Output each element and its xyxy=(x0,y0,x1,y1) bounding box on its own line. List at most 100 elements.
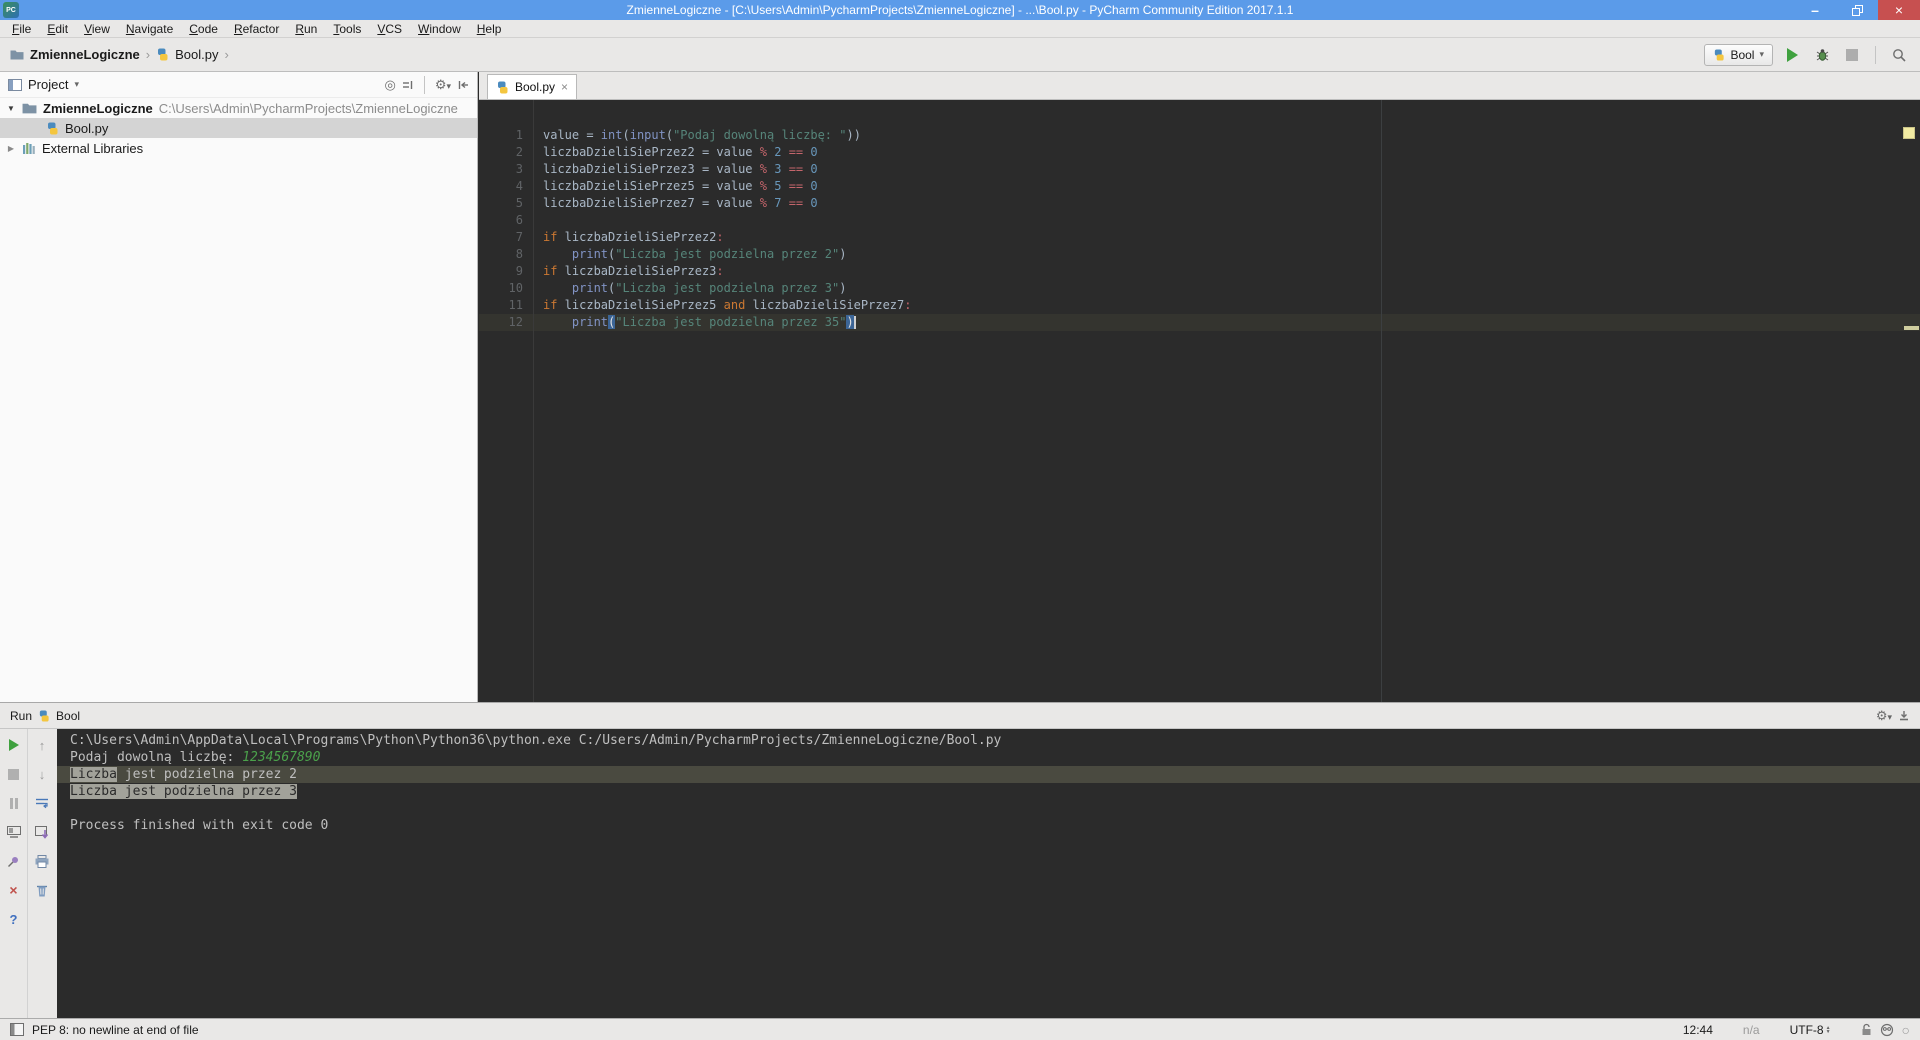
menu-tools[interactable]: Tools xyxy=(325,20,369,38)
text-caret xyxy=(854,316,856,329)
editor-tab-bool-py[interactable]: Bool.py × xyxy=(487,74,577,99)
run-settings-button[interactable]: ⚙▾ xyxy=(1876,708,1892,724)
unlocked-padlock-icon xyxy=(1861,1023,1872,1036)
search-everywhere-button[interactable] xyxy=(1888,44,1910,66)
code-line-3[interactable]: liczbaDzieliSiePrzez3 = value % 3 == 0 xyxy=(543,161,1920,178)
stop-button[interactable] xyxy=(6,766,22,782)
code-line-9[interactable]: if liczbaDzieliSiePrzez3: xyxy=(543,263,1920,280)
soft-wrap-button[interactable] xyxy=(34,795,50,811)
restore-button[interactable] xyxy=(1836,0,1878,20)
line-number: 1 xyxy=(479,127,533,144)
pause-output-button[interactable] xyxy=(6,795,22,811)
rerun-button[interactable] xyxy=(6,737,22,753)
code-line-1[interactable]: value = int(input("Podaj dowolną liczbę:… xyxy=(543,127,1920,144)
tree-item-external-libraries[interactable]: ▶ External Libraries xyxy=(0,138,477,158)
title-bar: PC ZmienneLogiczne - [C:\Users\Admin\Pyc… xyxy=(0,0,1920,20)
chevron-down-icon: ▾ xyxy=(1887,712,1892,722)
close-button[interactable]: × xyxy=(1878,0,1920,20)
code-line-4[interactable]: liczbaDzieliSiePrzez5 = value % 5 == 0 xyxy=(543,178,1920,195)
menu-help[interactable]: Help xyxy=(469,20,510,38)
scroll-to-end-button[interactable] xyxy=(34,824,50,840)
python-file-icon xyxy=(156,48,169,61)
run-console[interactable]: C:\Users\Admin\AppData\Local\Programs\Py… xyxy=(57,729,1920,1018)
menu-code[interactable]: Code xyxy=(181,20,226,38)
menu-navigate[interactable]: Navigate xyxy=(118,20,181,38)
code-line-10[interactable]: print("Liczba jest podzielna przez 3") xyxy=(543,280,1920,297)
collapse-all-button[interactable] xyxy=(402,79,414,91)
tree-item-bool-py[interactable]: Bool.py xyxy=(0,118,477,138)
notification-circle-icon[interactable]: ○ xyxy=(1902,1022,1910,1038)
navigation-bar: ZmienneLogiczne › Bool.py › Bool ▾ xyxy=(0,38,1920,72)
chevron-down-icon[interactable]: ▾ xyxy=(74,79,79,90)
lock-widget[interactable] xyxy=(1861,1023,1872,1036)
search-icon xyxy=(1892,48,1906,62)
menu-refactor[interactable]: Refactor xyxy=(226,20,287,38)
encoding-widget[interactable]: UTF-8 ▲▼ xyxy=(1790,1023,1831,1037)
menu-file[interactable]: File xyxy=(4,20,39,38)
line-number: 11 xyxy=(479,297,533,314)
print-button[interactable] xyxy=(34,853,50,869)
pin-icon xyxy=(7,855,20,868)
code-line-6[interactable] xyxy=(543,212,1920,229)
menu-run[interactable]: Run xyxy=(287,20,325,38)
pin-tab-button[interactable] xyxy=(6,853,22,869)
hide-panel-button[interactable] xyxy=(457,79,469,91)
hector-inspector-icon xyxy=(1880,1023,1894,1037)
stop-icon xyxy=(1846,49,1858,61)
code-line-12[interactable]: print("Liczba jest podzielna przez 35") xyxy=(543,314,1920,331)
code-line-7[interactable]: if liczbaDzieliSiePrzez2: xyxy=(543,229,1920,246)
code-editor[interactable]: 123456789101112 value = int(input("Podaj… xyxy=(479,100,1920,702)
code-line-2[interactable]: liczbaDzieliSiePrzez2 = value % 2 == 0 xyxy=(543,144,1920,161)
code-line-11[interactable]: if liczbaDzieliSiePrzez5 and liczbaDziel… xyxy=(543,297,1920,314)
line-number: 5 xyxy=(479,195,533,212)
prev-occurrence-button[interactable]: ↑ xyxy=(34,737,50,753)
code-area[interactable]: value = int(input("Podaj dowolną liczbę:… xyxy=(543,127,1920,331)
collapse-arrow-icon[interactable]: ▶ xyxy=(6,144,16,153)
console-line[interactable]: Liczba jest podzielna przez 3 xyxy=(57,783,1920,800)
restore-layout-button[interactable] xyxy=(6,824,22,840)
close-panel-button[interactable]: × xyxy=(6,882,22,898)
soft-wrap-icon xyxy=(35,797,49,809)
console-line[interactable] xyxy=(57,800,1920,817)
toolwindow-toggle-button[interactable] xyxy=(10,1023,24,1036)
run-configuration-select[interactable]: Bool ▾ xyxy=(1704,44,1773,66)
menu-vcs[interactable]: VCS xyxy=(369,20,410,38)
highlighting-level-widget[interactable] xyxy=(1880,1023,1894,1037)
run-button[interactable] xyxy=(1781,44,1803,66)
status-message[interactable]: PEP 8: no newline at end of file xyxy=(32,1023,199,1037)
error-stripe-mark[interactable] xyxy=(1904,326,1919,330)
run-panel-title[interactable]: Run xyxy=(10,709,32,723)
debug-button[interactable] xyxy=(1811,44,1833,66)
help-button[interactable]: ? xyxy=(6,911,22,927)
breadcrumb-project[interactable]: ZmienneLogiczne xyxy=(30,47,140,62)
breadcrumb-file[interactable]: Bool.py xyxy=(175,47,218,62)
run-process-name[interactable]: Bool xyxy=(56,709,80,723)
console-line[interactable]: C:\Users\Admin\AppData\Local\Programs\Py… xyxy=(57,732,1920,749)
minimize-button[interactable]: – xyxy=(1794,0,1836,20)
tree-item-project-root[interactable]: ▼ ZmienneLogiczne C:\Users\Admin\Pycharm… xyxy=(0,98,477,118)
next-occurrence-button[interactable]: ↓ xyxy=(34,766,50,782)
bug-icon xyxy=(1815,48,1830,62)
menu-edit[interactable]: Edit xyxy=(39,20,76,38)
project-root-label: ZmienneLogiczne xyxy=(43,101,153,116)
inspection-indicator[interactable] xyxy=(1903,127,1915,139)
locate-file-button[interactable]: ◎ xyxy=(384,77,395,93)
clear-all-button[interactable] xyxy=(34,882,50,898)
collapse-all-icon xyxy=(402,79,414,91)
line-separator-widget[interactable]: n/a xyxy=(1743,1023,1760,1037)
caret-position-widget[interactable]: 12:44 xyxy=(1683,1023,1713,1037)
console-line[interactable]: Liczba jest podzielna przez 2 xyxy=(57,766,1920,783)
project-panel-title[interactable]: Project xyxy=(28,77,68,92)
stop-button[interactable] xyxy=(1841,44,1863,66)
settings-button[interactable]: ⚙▾ xyxy=(435,77,451,93)
menu-view[interactable]: View xyxy=(76,20,118,38)
minimize-panel-button[interactable] xyxy=(1898,710,1910,722)
expand-arrow-icon[interactable]: ▼ xyxy=(6,104,16,113)
console-line[interactable]: Podaj dowolną liczbę: 1234567890 xyxy=(57,749,1920,766)
code-line-5[interactable]: liczbaDzieliSiePrzez7 = value % 7 == 0 xyxy=(543,195,1920,212)
console-line[interactable]: Process finished with exit code 0 xyxy=(57,817,1920,834)
editor-gutter: 123456789101112 xyxy=(479,127,533,331)
menu-window[interactable]: Window xyxy=(410,20,469,38)
code-line-8[interactable]: print("Liczba jest podzielna przez 2") xyxy=(543,246,1920,263)
tab-close-icon[interactable]: × xyxy=(561,80,568,94)
